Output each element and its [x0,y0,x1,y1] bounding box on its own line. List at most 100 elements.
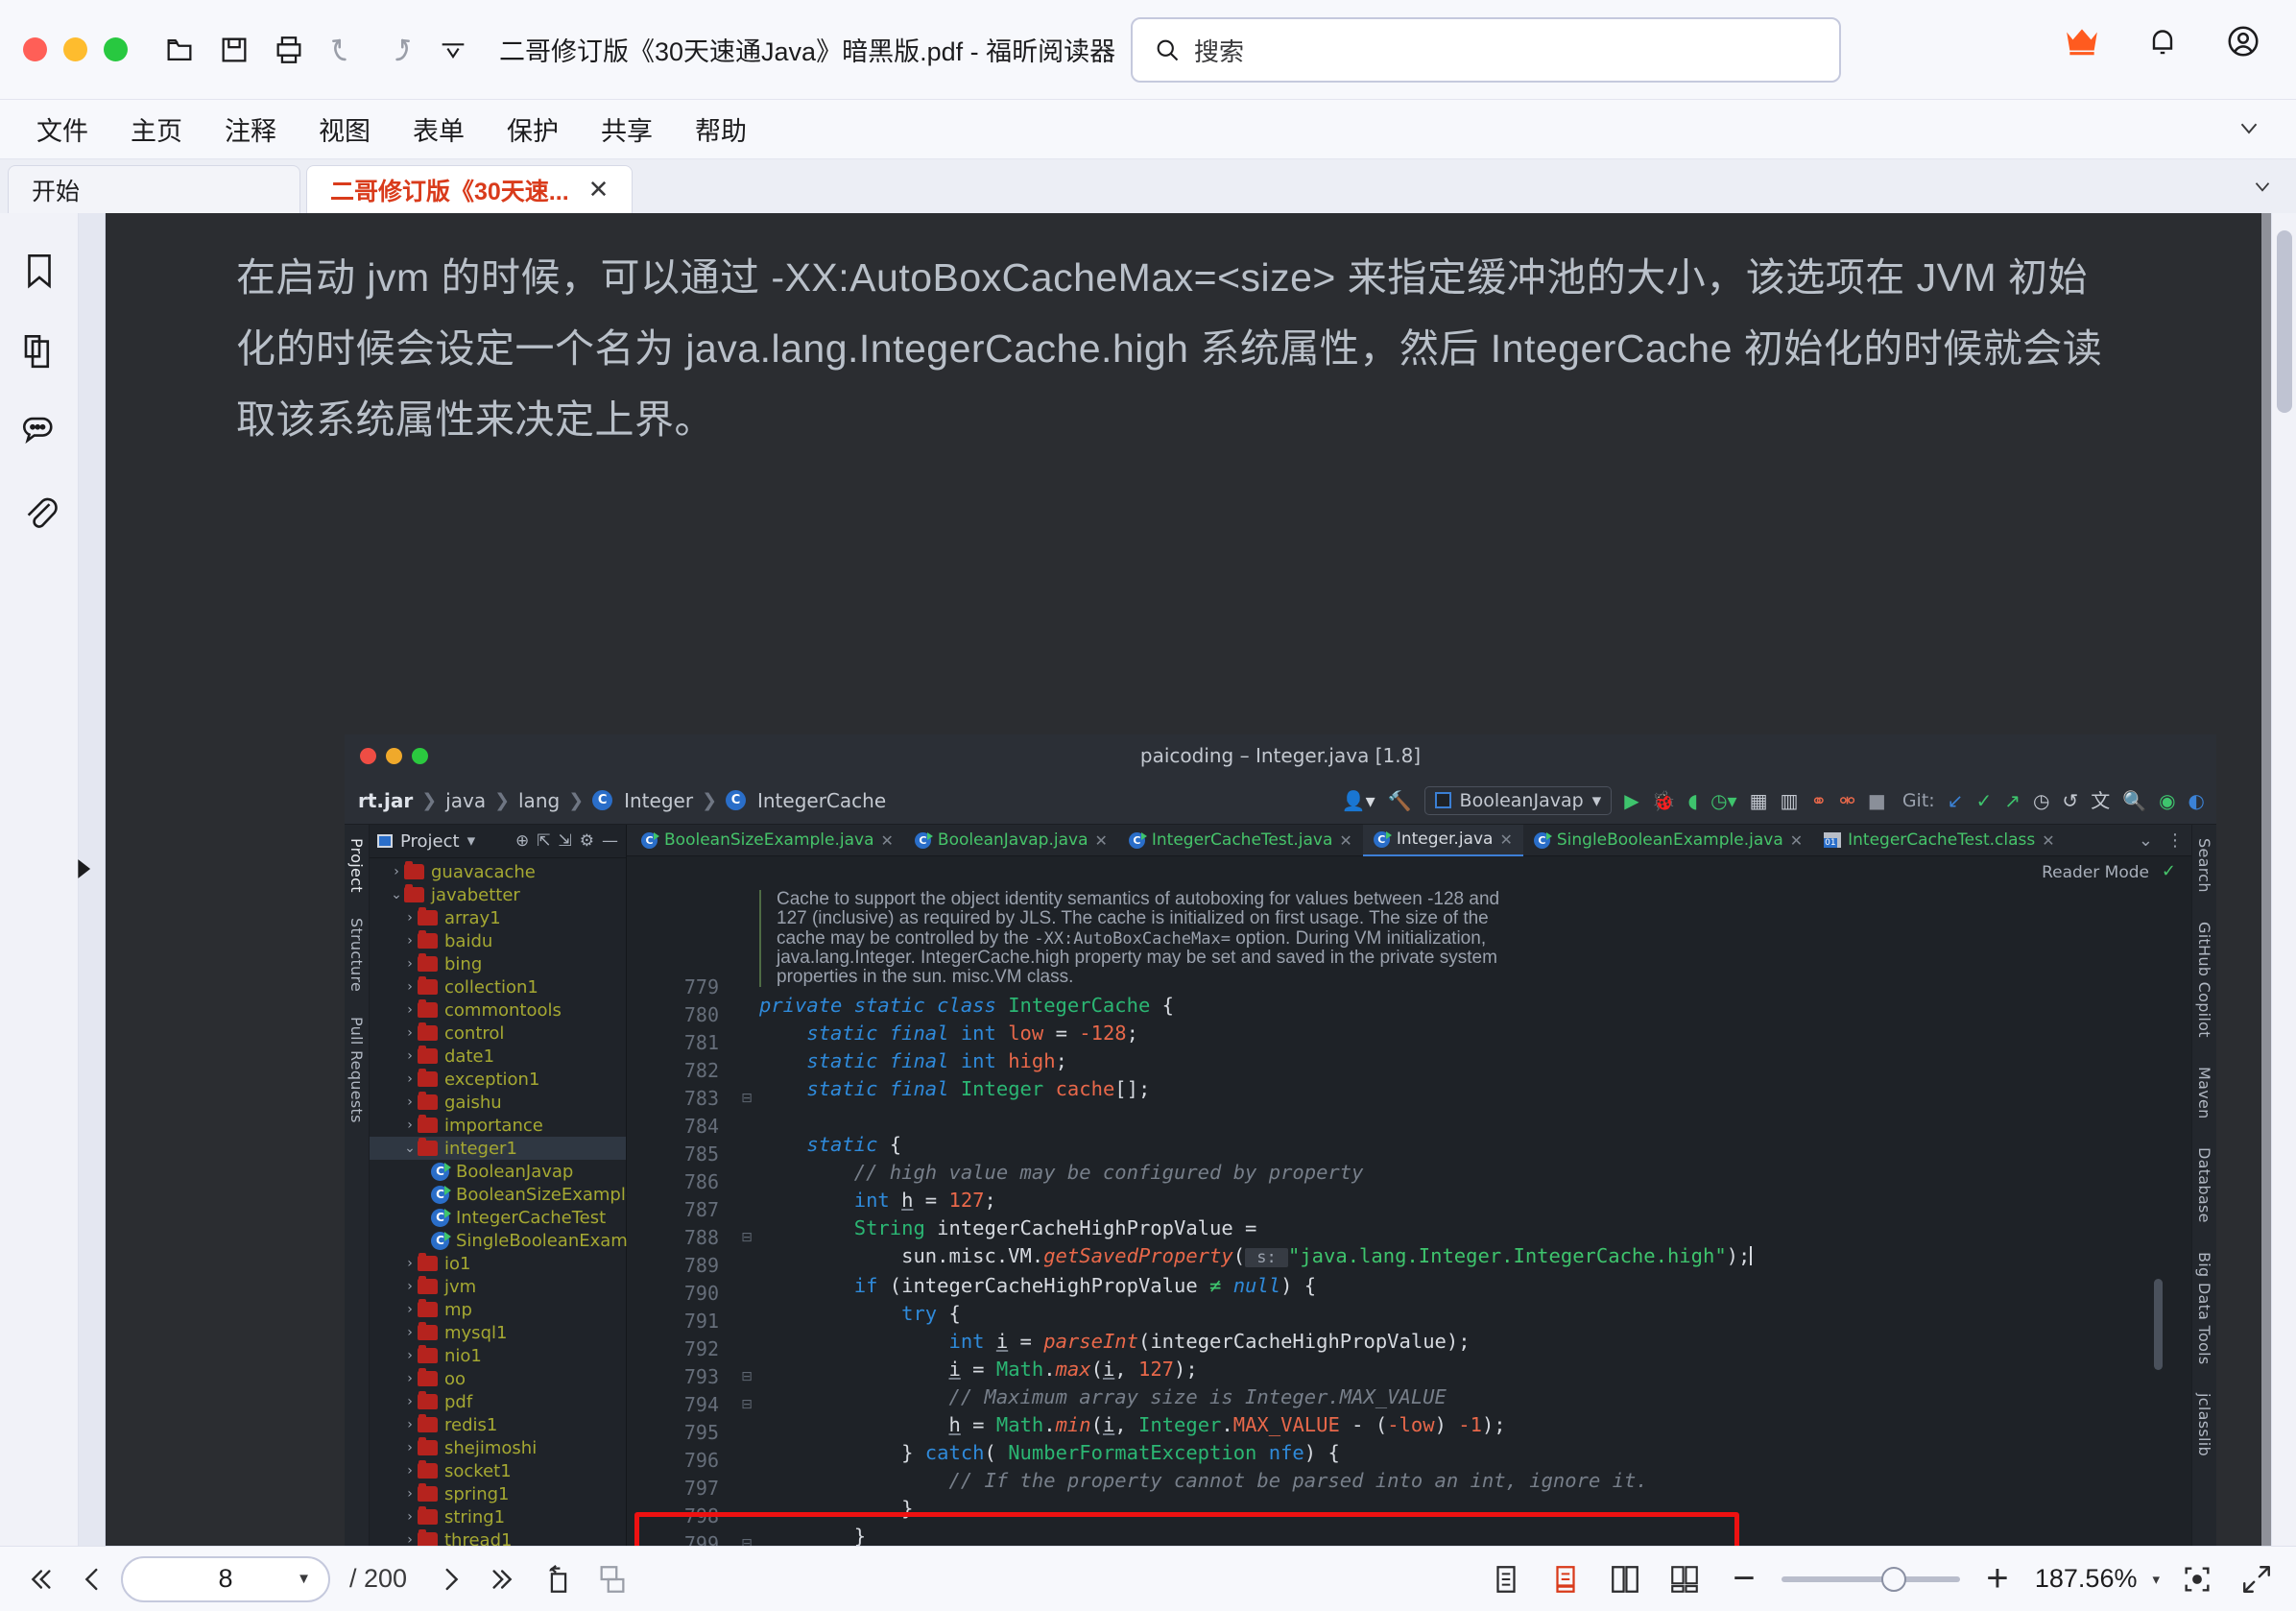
chevron-right-icon: › [402,1118,418,1133]
last-page-icon[interactable] [480,1554,530,1604]
locate-file-icon: ⊕ [515,831,529,851]
run-icon: ▶ [1624,791,1638,810]
line-number-gutter: 7797807817827837847857867877887897907917… [627,856,734,1546]
zoom-dropdown-icon[interactable]: ▾ [2152,1571,2160,1588]
open-folder-icon[interactable] [155,25,204,75]
close-window-button[interactable] [23,37,47,61]
close-icon[interactable]: ✕ [588,175,610,204]
tab-scroll-down-icon[interactable] [2250,174,2275,204]
tab-start[interactable]: 开始 [8,165,300,213]
fit-page-icon[interactable] [2175,1557,2219,1601]
attachment-icon[interactable] [12,486,66,540]
zoom-slider-knob[interactable] [1881,1567,1906,1592]
single-page-view-icon[interactable] [1484,1557,1528,1601]
menu-item-comment[interactable]: 注释 [203,105,298,154]
collapse-all-icon: ⇲ [559,831,572,851]
next-page-icon[interactable] [426,1554,476,1604]
tab-active-document[interactable]: 二哥修订版《30天速... ✕ [306,165,633,213]
print-icon[interactable] [264,25,314,75]
tree-item: ›date1 [370,1045,626,1068]
embedded-ide-screenshot: paicoding – Integer.java [1.8] rt.jar ❯ … [345,734,2216,1546]
breadcrumb-item-integercache: IntegerCache [757,789,886,812]
user-dropdown-icon: 👤▾ [1342,791,1375,810]
java-class-icon: C [431,1209,449,1227]
zoom-slider[interactable] [1782,1576,1960,1582]
first-page-icon[interactable] [13,1554,63,1604]
facing-page-view-icon[interactable] [1603,1557,1647,1601]
redo-icon[interactable] [373,25,423,75]
zoom-level-value[interactable]: 187.56% [2035,1564,2138,1594]
line-number: 780 [627,1001,719,1029]
line-number: 788 [627,1224,719,1252]
chevron-down-icon[interactable] [2235,113,2263,147]
tree-item: CSingleBooleanExample [370,1229,626,1252]
search-placeholder: 搜索 [1194,33,1244,68]
comments-icon[interactable] [12,405,66,459]
pages-icon[interactable] [12,325,66,378]
chevron-right-icon: › [402,1256,418,1271]
folder-icon [418,1141,438,1156]
menu-item-help[interactable]: 帮助 [674,105,768,154]
prev-page-icon[interactable] [67,1554,117,1604]
tree-item: ›thread1 [370,1528,626,1546]
title-bar: 二哥修订版《30天速通Java》暗黑版.pdf - 福昕阅读器 搜索 [0,0,2296,100]
tree-item-label: mysql1 [444,1323,507,1343]
maximize-window-button[interactable] [104,37,128,61]
tree-item-label: oo [444,1369,466,1389]
tool-window-search: Search [2195,838,2213,893]
chevron-right-icon: › [402,1509,418,1525]
folder-icon [418,1417,438,1432]
tree-item-label: control [444,1023,504,1044]
chevron-right-icon: › [402,910,418,926]
minimize-window-button[interactable] [63,37,87,61]
folder-icon [404,887,424,902]
menu-item-form[interactable]: 表单 [392,105,486,154]
menu-item-protect[interactable]: 保护 [486,105,580,154]
close-icon: ✕ [1499,830,1512,849]
page-vertical-scrollbar[interactable] [2271,213,2296,1546]
line-number: 787 [627,1196,719,1224]
tab-start-label: 开始 [32,173,80,207]
search-box[interactable]: 搜索 [1131,17,1841,83]
page-number-input[interactable]: 8 ▼ [121,1556,330,1602]
crown-icon[interactable] [2056,15,2108,67]
menu-item-home[interactable]: 主页 [109,105,203,154]
breadcrumb-separator: ❯ [568,790,584,811]
sidebar-expand-icon[interactable] [67,853,100,890]
project-file-tree: ›guavacache⌄javabetter›array1›baidu›bing… [370,858,626,1546]
facing-cover-view-icon[interactable] [1662,1557,1707,1601]
code-editor: CBooleanSizeExample.java✕CBooleanJavap.j… [627,825,2191,1546]
fullscreen-icon[interactable] [2235,1557,2279,1601]
menu-item-view[interactable]: 视图 [298,105,392,154]
undo-icon[interactable] [319,25,369,75]
menu-item-file[interactable]: 文件 [15,105,109,154]
line-number: 795 [627,1419,719,1447]
tree-item: ›shejimoshi [370,1436,626,1459]
tree-item-label: thread1 [444,1530,512,1547]
editor-tab: IntegerCacheTest.class✕ [1813,825,2066,856]
editor-scrollbar[interactable] [2154,895,2163,1546]
bell-icon[interactable] [2137,15,2188,67]
tree-item: ›socket1 [370,1459,626,1482]
page-rotate-icon[interactable] [534,1554,584,1604]
bookmark-icon[interactable] [12,244,66,298]
chevron-down-icon[interactable]: ▼ [297,1571,311,1587]
account-icon[interactable] [2217,15,2269,67]
tool-window-structure: Structure [347,918,366,992]
zoom-in-button[interactable]: + [1975,1557,2020,1601]
project-panel-header: Project ▾ ⊕ ⇱ ⇲ ⚙ — [370,825,626,858]
ide-body: Project Structure Pull Requests Project … [345,825,2216,1546]
editor-tab-label: IntegerCacheTest.java [1152,830,1333,850]
continuous-page-view-icon[interactable] [1543,1557,1588,1601]
save-icon[interactable] [209,25,259,75]
menu-item-share[interactable]: 共享 [580,105,674,154]
scrollbar-thumb[interactable] [2277,230,2292,413]
tree-item: ›gaishu [370,1091,626,1114]
pdf-page: 在启动 jvm 的时候，可以通过 -XX:AutoBoxCacheMax=<si… [106,213,2261,1546]
zoom-out-button[interactable]: − [1722,1557,1766,1601]
tree-item-label: array1 [444,908,501,928]
window-controls [0,37,128,61]
page-copy-icon[interactable] [587,1554,637,1604]
customize-dropdown-icon[interactable] [428,25,478,75]
tree-item-label: exception1 [444,1070,539,1090]
